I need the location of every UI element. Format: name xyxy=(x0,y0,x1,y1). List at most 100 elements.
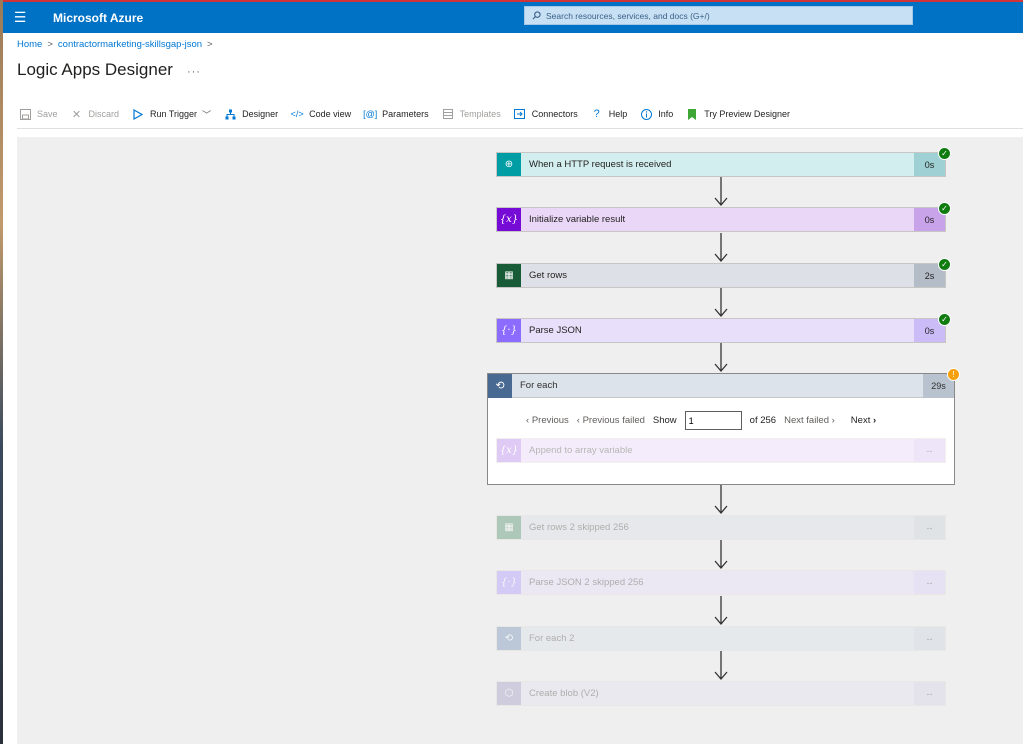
next-label: Next xyxy=(850,415,871,426)
brand-name[interactable]: Microsoft Azure xyxy=(53,11,143,25)
next-failed-button[interactable]: Next failed › xyxy=(784,415,835,426)
designer-button[interactable]: Designer xyxy=(223,107,278,121)
flow-arrow-icon xyxy=(714,651,728,680)
warning-icon: ! xyxy=(947,368,960,381)
page-header: Logic Apps Designer ··· xyxy=(17,60,201,80)
next-failed-label: Next failed xyxy=(784,415,829,426)
excel-icon: ▦ xyxy=(497,264,521,287)
info-label: Info xyxy=(658,109,674,119)
connectors-icon xyxy=(513,107,527,121)
step-label: Get rows 2 skipped 256 xyxy=(529,522,629,533)
step-get-rows-2[interactable]: ▦ Get rows 2 skipped 256 -- xyxy=(496,515,946,540)
toolbar-divider xyxy=(17,128,1023,129)
parse-json-icon: {·} xyxy=(497,319,521,342)
blob-storage-icon: ⬡ xyxy=(497,682,521,705)
next-button[interactable]: Next › xyxy=(851,415,876,426)
flow-arrow-icon xyxy=(714,288,728,317)
step-parse-json[interactable]: {·} Parse JSON 0s xyxy=(496,318,946,343)
breadcrumb-home[interactable]: Home xyxy=(17,39,42,50)
step-for-each[interactable]: ⟲ For each 29s ‹ Previous ‹ Previous fai… xyxy=(487,373,955,485)
step-create-blob[interactable]: ⬡ Create blob (V2) -- xyxy=(496,681,946,706)
iteration-pager: ‹ Previous ‹ Previous failed Show of 256… xyxy=(526,411,876,430)
breadcrumb-resource[interactable]: contractormarketing-skillsgap-json xyxy=(58,39,202,50)
step-initialize-variable[interactable]: {x} Initialize variable result 0s xyxy=(496,207,946,232)
connectors-label: Connectors xyxy=(531,109,578,119)
help-button[interactable]: ? Help xyxy=(590,107,628,121)
step-http-request[interactable]: ⊕ When a HTTP request is received 0s xyxy=(496,152,946,177)
info-button[interactable]: Info xyxy=(639,107,673,121)
menu-icon[interactable]: ☰ xyxy=(3,2,37,33)
step-get-rows[interactable]: ▦ Get rows 2s xyxy=(496,263,946,288)
flow-arrow-icon xyxy=(714,177,728,206)
previous-failed-button[interactable]: ‹ Previous failed xyxy=(577,415,645,426)
step-duration: -- xyxy=(914,627,945,650)
code-icon: </> xyxy=(290,109,304,119)
desktop-edge xyxy=(0,0,3,744)
step-label: For each xyxy=(520,380,558,391)
step-duration: -- xyxy=(914,682,945,705)
parameters-button[interactable]: [@] Parameters xyxy=(363,107,429,121)
page-title: Logic Apps Designer xyxy=(17,60,173,79)
templates-button[interactable]: Templates xyxy=(441,107,501,121)
step-label: Create blob (V2) xyxy=(529,688,599,699)
connectors-button[interactable]: Connectors xyxy=(513,107,578,121)
discard-button[interactable]: ✕ Discard xyxy=(70,107,120,121)
code-view-label: Code view xyxy=(309,109,352,119)
azure-portal: ☰ Microsoft Azure Search resources, serv… xyxy=(0,0,1023,744)
flow-arrow-icon xyxy=(714,343,728,372)
step-label: When a HTTP request is received xyxy=(529,159,672,170)
templates-icon xyxy=(441,107,455,121)
flow-arrow-icon xyxy=(714,596,728,625)
show-label: Show xyxy=(652,415,677,426)
loop-icon: ⟲ xyxy=(497,627,521,650)
step-parse-json-2[interactable]: {·} Parse JSON 2 skipped 256 -- xyxy=(496,570,946,595)
iteration-number-input[interactable] xyxy=(684,411,742,430)
previous-failed-label: Previous failed xyxy=(582,415,645,426)
step-label: Parse JSON 2 skipped 256 xyxy=(529,577,644,588)
step-label: Parse JSON xyxy=(529,325,582,336)
step-duration: -- xyxy=(914,439,945,462)
step-for-each-2[interactable]: ⟲ For each 2 -- xyxy=(496,626,946,651)
try-preview-label: Try Preview Designer xyxy=(704,109,790,119)
variable-icon: {x} xyxy=(497,439,521,462)
flow-arrow-icon xyxy=(714,540,728,569)
templates-label: Templates xyxy=(459,109,501,119)
flow-arrow-icon xyxy=(714,233,728,262)
success-icon: ✓ xyxy=(938,258,951,271)
save-icon xyxy=(18,107,32,121)
try-preview-designer-button[interactable]: Try Preview Designer xyxy=(685,107,790,121)
success-icon: ✓ xyxy=(938,147,951,160)
flow-arrow-icon xyxy=(714,485,728,514)
designer-icon xyxy=(223,107,237,121)
step-append-to-array[interactable]: {x} Append to array variable -- xyxy=(496,438,946,463)
designer-toolbar: Save ✕ Discard Run Trigger ﹀ Designer </… xyxy=(18,105,802,123)
help-icon: ? xyxy=(593,108,600,120)
help-label: Help xyxy=(608,109,628,119)
run-trigger-button[interactable]: Run Trigger ﹀ xyxy=(131,107,211,121)
loop-icon: ⟲ xyxy=(488,373,512,398)
step-label: For each 2 xyxy=(529,633,575,644)
step-duration: -- xyxy=(914,571,945,594)
global-search-input[interactable]: Search resources, services, and docs (G+… xyxy=(524,6,913,25)
more-options-button[interactable]: ··· xyxy=(187,66,201,78)
discard-label: Discard xyxy=(88,109,120,119)
code-view-button[interactable]: </> Code view xyxy=(290,107,352,121)
bookmark-icon xyxy=(685,107,699,121)
save-label: Save xyxy=(37,109,58,119)
chevron-right-icon: > xyxy=(47,39,53,50)
search-placeholder: Search resources, services, and docs (G+… xyxy=(546,10,710,21)
info-icon xyxy=(639,107,653,121)
step-label: Append to array variable xyxy=(529,445,633,456)
step-label: Initialize variable result xyxy=(529,214,626,225)
save-button[interactable]: Save xyxy=(18,107,58,121)
chevron-down-icon: ﹀ xyxy=(202,109,212,120)
close-icon: ✕ xyxy=(71,108,82,121)
step-label: Get rows xyxy=(529,270,568,281)
iteration-total: of 256 xyxy=(749,415,777,426)
http-request-icon: ⊕ xyxy=(497,153,521,176)
previous-button[interactable]: ‹ Previous xyxy=(526,415,569,426)
parameters-icon: [@] xyxy=(363,109,378,119)
parameters-label: Parameters xyxy=(382,109,429,119)
for-each-header[interactable]: ⟲ For each 29s xyxy=(488,373,954,398)
play-icon xyxy=(131,107,145,121)
